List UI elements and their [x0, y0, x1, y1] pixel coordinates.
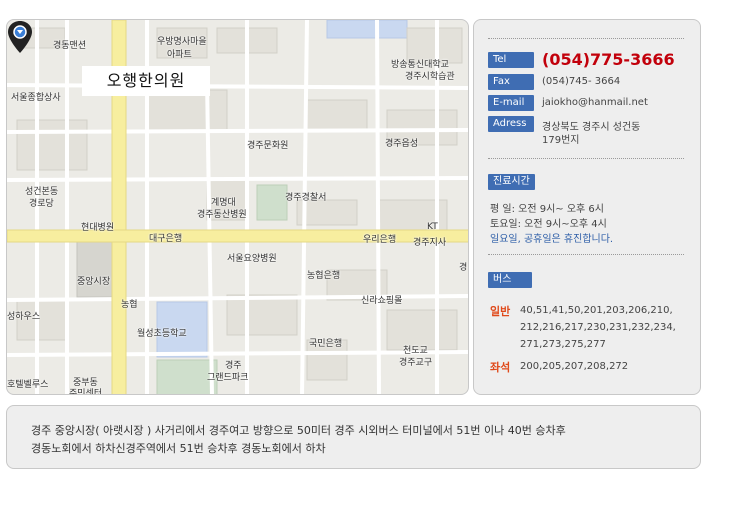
general-bus-routes: 271,273,275,277: [520, 339, 606, 350]
map-label: 농협은행: [307, 271, 341, 281]
map-label: KT: [427, 222, 438, 232]
email-label: E-mail: [488, 95, 534, 111]
map-label: 경동맨션: [53, 41, 87, 51]
contact-info-panel: Tel (054)775-3666 Fax (054)745- 3664 E-m…: [473, 19, 701, 395]
map-label: 중앙시장: [77, 277, 111, 287]
holiday-notice: 일요일, 공휴일은 휴진합니다.: [490, 234, 614, 245]
divider: [488, 158, 684, 159]
map-pin-icon[interactable]: [7, 20, 33, 54]
map-label: 농협: [121, 300, 138, 310]
directions-line: 경동노회에서 하차신경주역에서 51번 승차후 경동노회에서 하차: [31, 442, 326, 455]
map-label: 경주시학습관: [405, 72, 455, 82]
map-label: 서울요양병원: [227, 254, 277, 264]
map-label: 대구은행: [149, 234, 183, 244]
divider: [488, 38, 684, 39]
map-label: 우리은행: [363, 235, 397, 245]
map-label: 아파트: [167, 50, 192, 60]
tel-label: Tel: [488, 52, 534, 68]
fax-value: (054)745- 3664: [542, 76, 621, 87]
weekday-hours: 평 일: 오전 9시~ 오후 6시: [490, 204, 604, 215]
map-label: 호텔벨루스: [7, 380, 49, 390]
map-label: 우방명사마을: [157, 37, 207, 47]
map-label: 국민은행: [309, 339, 343, 349]
map-label: 현대병원: [81, 223, 115, 233]
tel-value[interactable]: (054)775-3666: [542, 50, 675, 69]
divider: [488, 254, 684, 255]
map-label: 경주지사: [413, 238, 447, 248]
map-label: 경주교구: [399, 358, 433, 368]
seat-bus-label: 좌석: [490, 361, 511, 374]
map-panel[interactable]: 경동맨션 우방명사마을 아파트 방송통신대학교 경주시학습관 서울종합상사 경주…: [6, 19, 469, 395]
map-label: 그랜드파크: [207, 373, 249, 383]
map-label: 주민센터: [69, 389, 103, 395]
map-label: 경주동산병원: [197, 210, 247, 220]
address-line: 179번지: [542, 135, 580, 146]
map-label: 경로당: [29, 199, 54, 209]
map-label: 신라쇼핑몰: [361, 296, 403, 306]
saturday-hours: 토요일: 오전 9시~오후 4시: [490, 219, 607, 230]
address-label: Adress: [488, 116, 534, 132]
fax-label: Fax: [488, 74, 534, 90]
map-label: 서울종합상사: [11, 93, 61, 103]
bus-label: 버스: [488, 272, 532, 288]
hours-label: 진료시간: [488, 174, 535, 190]
map-label: 성하우스: [7, 312, 41, 322]
map-label: 경주읍성: [385, 139, 419, 149]
map-label: 경주문화원: [247, 141, 289, 151]
map-label: 월성초등학교: [137, 329, 187, 339]
general-bus-label: 일반: [490, 305, 511, 318]
map-label: 경: [459, 263, 468, 273]
clinic-map-label: 오행한의원: [82, 66, 210, 96]
general-bus-routes: 212,216,217,230,231,232,234,: [520, 322, 676, 333]
directions-panel: 경주 중앙시장( 아랫시장 ) 사거리에서 경주여고 방향으로 50미터 경주 …: [6, 405, 701, 469]
seat-bus-routes: 200,205,207,208,272: [520, 361, 629, 372]
map-label: 경주경찰서: [285, 193, 327, 203]
general-bus-routes: 40,51,41,50,201,203,206,210,: [520, 305, 673, 316]
email-value[interactable]: jaiokho@hanmail.net: [542, 97, 648, 108]
directions-line: 경주 중앙시장( 아랫시장 ) 사거리에서 경주여고 방향으로 50미터 경주 …: [31, 424, 566, 437]
